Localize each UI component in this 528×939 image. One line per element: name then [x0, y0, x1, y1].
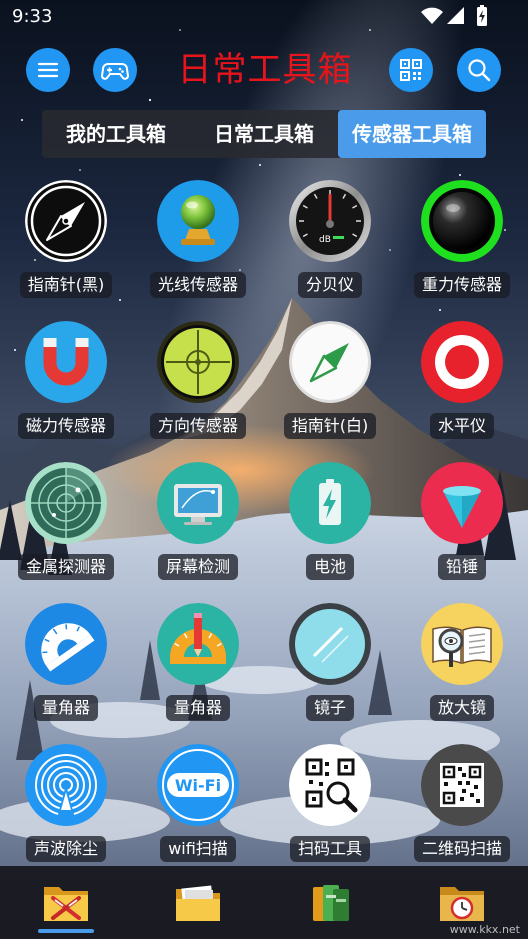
plumb-cone-icon: [421, 462, 503, 544]
sound-wave-icon: [25, 744, 107, 826]
tool-protractor-2[interactable]: 量角器: [132, 603, 264, 744]
tool-label: 扫码工具: [289, 836, 370, 862]
tool-label: 量角器: [165, 695, 230, 721]
category-tabs: 我的工具箱 日常工具箱 传感器工具箱: [42, 110, 486, 158]
active-tab-indicator: [38, 929, 94, 933]
tool-sound-dust[interactable]: 声波除尘: [0, 744, 132, 885]
mirror-icon: [289, 603, 371, 685]
monitor-icon: [157, 462, 239, 544]
nav-books-tab[interactable]: [264, 866, 396, 939]
tool-label: 水平仪: [429, 413, 494, 439]
tool-label: wifi扫描: [160, 836, 236, 862]
qr-magnifier-icon: [289, 744, 371, 826]
tab-daily-toolbox[interactable]: 日常工具箱: [190, 110, 338, 158]
status-time: 9:33: [12, 6, 53, 27]
tool-compass-black[interactable]: 指南针(黑): [0, 180, 132, 321]
tool-battery[interactable]: 电池: [264, 462, 396, 603]
documents-folder-icon: [176, 884, 220, 921]
tool-label: 重力传感器: [413, 272, 510, 298]
tool-label: 屏幕检测: [157, 554, 238, 580]
tool-compass-white[interactable]: 指南针(白): [264, 321, 396, 462]
tool-light-sensor[interactable]: 光线传感器: [132, 180, 264, 321]
tool-wifi-scan[interactable]: Wi-Fi wifi扫描: [132, 744, 264, 885]
tool-label: 分贝仪: [297, 272, 362, 298]
tool-label: 指南针(黑): [19, 272, 113, 298]
tab-my-toolbox[interactable]: 我的工具箱: [42, 110, 190, 158]
clock-folder-icon: [440, 886, 484, 921]
watermark-text: www.kkx.net: [449, 923, 520, 936]
battery-icon: [289, 462, 371, 544]
search-button[interactable]: [457, 48, 501, 92]
direction-crosshair-icon: [157, 321, 239, 403]
tab-sensor-toolbox[interactable]: 传感器工具箱: [338, 110, 486, 158]
bottom-nav: www.kkx.net: [0, 866, 528, 939]
tool-screen-test[interactable]: 屏幕检测: [132, 462, 264, 603]
level-target-icon: [421, 321, 503, 403]
gravity-ball-icon: [421, 180, 503, 262]
tool-magnifier[interactable]: 放大镜: [396, 603, 528, 744]
tool-grid: 指南针(黑) 光线传感器 dB 分贝仪 重力传感器 磁力传感器 方向传感器 指南…: [0, 180, 528, 885]
nav-documents-tab[interactable]: [132, 866, 264, 939]
tool-label: 电池: [305, 554, 354, 580]
tool-label: 量角器: [33, 695, 98, 721]
tool-decibel-meter[interactable]: dB 分贝仪: [264, 180, 396, 321]
menu-icon: [37, 62, 59, 78]
tools-folder-icon: [44, 886, 88, 921]
tool-magnetic-sensor[interactable]: 磁力传感器: [0, 321, 132, 462]
battery-charging-icon: [477, 5, 487, 26]
tool-label: 铅锤: [437, 554, 486, 580]
wifi-icon-text: Wi-Fi: [175, 776, 221, 795]
tool-label: 指南针(白): [283, 413, 377, 439]
tool-label: 磁力传感器: [17, 413, 114, 439]
search-icon: [468, 59, 491, 82]
tool-label: 放大镜: [429, 695, 494, 721]
tool-mirror[interactable]: 镜子: [264, 603, 396, 744]
radar-icon: [25, 462, 107, 544]
magnifier-book-icon: [421, 603, 503, 685]
tool-protractor[interactable]: 量角器: [0, 603, 132, 744]
tool-label: 声波除尘: [25, 836, 106, 862]
light-sensor-icon: [157, 180, 239, 262]
tool-label: 二维码扫描: [413, 836, 510, 862]
qr-code-icon: [400, 59, 422, 81]
menu-button[interactable]: [26, 48, 70, 92]
tool-direction-sensor[interactable]: 方向传感器: [132, 321, 264, 462]
tool-label: 方向传感器: [149, 413, 246, 439]
decibel-meter-icon: dB: [289, 180, 371, 262]
books-folder-icon: [313, 884, 349, 921]
protractor-pencil-icon: [157, 603, 239, 685]
tool-scan-code[interactable]: 扫码工具: [264, 744, 396, 885]
tool-qr-scan[interactable]: 二维码扫描: [396, 744, 528, 885]
gamepad-icon: [101, 63, 129, 80]
tool-label: 金属探测器: [17, 554, 114, 580]
nav-tools-tab[interactable]: [0, 866, 132, 939]
game-button[interactable]: [93, 48, 137, 92]
tool-label: 光线传感器: [149, 272, 246, 298]
magnet-icon: [25, 321, 107, 403]
tool-plumb[interactable]: 铅锤: [396, 462, 528, 603]
tool-level[interactable]: 水平仪: [396, 321, 528, 462]
protractor-icon: [25, 603, 107, 685]
app-title: 日常工具箱: [177, 50, 353, 90]
qr-code-icon: [421, 744, 503, 826]
tool-label: 镜子: [305, 695, 354, 721]
wifi-icon: [421, 7, 443, 24]
wifi-badge-icon: Wi-Fi: [157, 744, 239, 826]
tool-gravity-sensor[interactable]: 重力传感器: [396, 180, 528, 321]
decibel-icon-text: dB: [319, 235, 331, 245]
compass-white-icon: [289, 321, 371, 403]
tool-metal-detector[interactable]: 金属探测器: [0, 462, 132, 603]
compass-black-icon: [25, 180, 107, 262]
qr-button[interactable]: [389, 48, 433, 92]
signal-icon: [447, 7, 464, 24]
